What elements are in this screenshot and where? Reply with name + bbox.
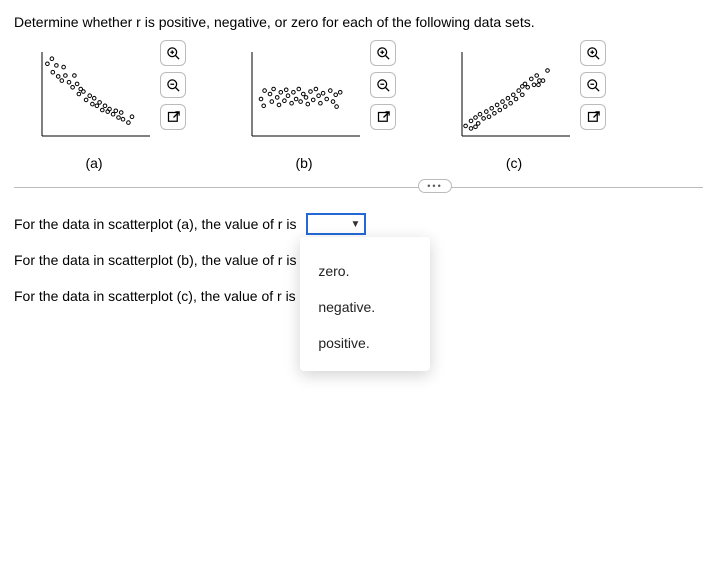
dropdown-option-zero[interactable]: zero. bbox=[300, 253, 430, 289]
answer-text-c: For the data in scatterplot (c), the val… bbox=[14, 288, 306, 304]
chevron-down-icon: ▼ bbox=[350, 219, 360, 230]
plots-row: (a) (b) bbox=[14, 48, 703, 171]
zoom-out-icon[interactable] bbox=[370, 72, 396, 98]
tool-column-a bbox=[160, 40, 186, 130]
plot-column-a: (a) bbox=[34, 48, 234, 171]
plot-column-c: (c) bbox=[454, 48, 654, 171]
dropdown-a-panel: zero. negative. positive. bbox=[300, 237, 430, 371]
question-text: Determine whether r is positive, negativ… bbox=[14, 14, 703, 30]
plot-column-b: (b) bbox=[244, 48, 444, 171]
zoom-out-icon[interactable] bbox=[580, 72, 606, 98]
scatterplot-c bbox=[454, 48, 574, 144]
tool-column-b bbox=[370, 40, 396, 130]
expand-icon[interactable] bbox=[160, 104, 186, 130]
zoom-in-icon[interactable] bbox=[580, 40, 606, 66]
divider-line bbox=[14, 187, 703, 188]
caption-a: (a) bbox=[34, 155, 154, 171]
zoom-in-icon[interactable] bbox=[370, 40, 396, 66]
answer-area: For the data in scatterplot (a), the val… bbox=[14, 213, 703, 307]
dropdown-option-negative[interactable]: negative. bbox=[300, 289, 430, 325]
dropdown-a[interactable]: ▼ bbox=[306, 213, 366, 235]
divider-expand-button[interactable]: ••• bbox=[418, 179, 452, 193]
scatterplot-b bbox=[244, 48, 364, 144]
dropdown-option-positive[interactable]: positive. bbox=[300, 325, 430, 361]
caption-c: (c) bbox=[454, 155, 574, 171]
section-divider: ••• bbox=[14, 179, 703, 195]
answer-text-b: For the data in scatterplot (b), the val… bbox=[14, 252, 306, 268]
answer-text-a: For the data in scatterplot (a), the val… bbox=[14, 216, 306, 232]
caption-b: (b) bbox=[244, 155, 364, 171]
zoom-out-icon[interactable] bbox=[160, 72, 186, 98]
answer-row-a: For the data in scatterplot (a), the val… bbox=[14, 213, 703, 235]
tool-column-c bbox=[580, 40, 606, 130]
scatterplot-a bbox=[34, 48, 154, 144]
zoom-in-icon[interactable] bbox=[160, 40, 186, 66]
expand-icon[interactable] bbox=[370, 104, 396, 130]
expand-icon[interactable] bbox=[580, 104, 606, 130]
